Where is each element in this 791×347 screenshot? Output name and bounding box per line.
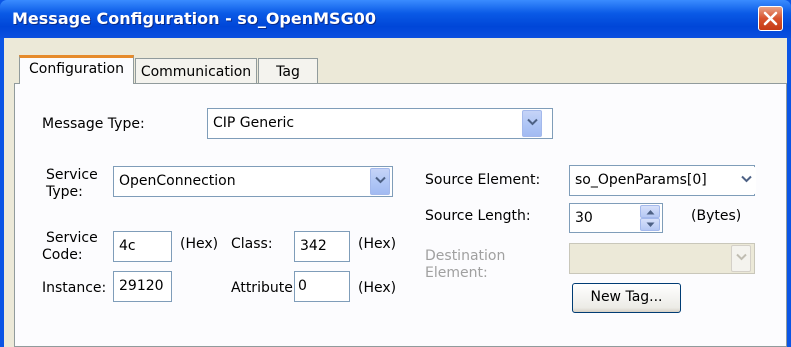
chevron-down-icon [527,118,538,126]
service-code-input[interactable]: 4c [113,231,172,262]
attribute-input[interactable]: 0 [294,271,350,302]
tab-label: Configuration [29,61,124,77]
service-type-select[interactable]: OpenConnection [113,166,393,197]
tab-tag[interactable]: Tag [258,58,318,83]
arrow-up-icon [646,210,655,215]
message-type-label: Message Type: [42,116,145,132]
service-type-label-line1: Service [46,167,98,183]
message-type-select[interactable]: CIP Generic [207,108,553,139]
destination-element-label-line2: Element: [425,265,488,281]
destination-element-dropdown-button [731,245,751,272]
instance-value: 29120 [119,278,164,294]
tab-label: Communication [140,64,252,80]
window-title: Message Configuration - so_OpenMSG00 [12,9,376,28]
title-bar[interactable]: Message Configuration - so_OpenMSG00 [0,0,791,38]
spin-down-button[interactable] [640,218,660,231]
instance-label: Instance: [42,280,107,296]
source-element-label: Source Element: [425,172,541,188]
service-code-label-line2: Code: [42,247,83,263]
class-input[interactable]: 342 [294,231,350,262]
class-hex-label: (Hex) [358,236,397,252]
service-code-hex-label: (Hex) [180,236,219,252]
source-length-value: 30 [575,210,593,226]
tab-communication[interactable]: Communication [135,58,257,83]
service-type-dropdown-button[interactable] [370,168,390,195]
message-type-value: CIP Generic [213,115,295,131]
attribute-value: 0 [298,278,307,294]
source-element-value: so_OpenParams[0] [575,172,707,188]
new-tag-button[interactable]: New Tag... [572,283,681,313]
bytes-label: (Bytes) [691,208,742,224]
service-code-value: 4c [119,238,136,254]
class-label: Class: [231,236,273,252]
service-code-label-line1: Service [46,230,98,246]
close-icon [763,11,778,26]
attribute-label: Attribute: [231,280,298,296]
destination-element-label-line1: Destination [425,248,506,264]
source-length-label: Source Length: [425,208,531,224]
class-value: 342 [300,238,327,254]
service-type-label-line2: Type: [46,184,83,200]
source-element-dropdown-button[interactable] [736,167,756,194]
service-type-value: OpenConnection [119,173,236,189]
tab-label: Tag [276,64,300,80]
source-element-select[interactable]: so_OpenParams[0] [569,165,755,196]
new-tag-button-label: New Tag... [590,289,663,305]
chevron-down-icon [741,175,752,183]
spin-up-button[interactable] [640,205,660,218]
instance-input[interactable]: 29120 [113,271,172,302]
source-length-spinner[interactable] [640,205,660,232]
attribute-hex-label: (Hex) [358,280,397,296]
chevron-down-icon [736,253,747,261]
message-type-dropdown-button[interactable] [522,110,542,137]
arrow-down-icon [646,222,655,227]
close-button[interactable] [758,6,783,31]
chevron-down-icon [375,176,386,184]
dialog-window: Message Configuration - so_OpenMSG00 Con… [0,0,791,347]
tab-configuration[interactable]: Configuration [19,55,134,84]
destination-element-select [569,243,755,274]
